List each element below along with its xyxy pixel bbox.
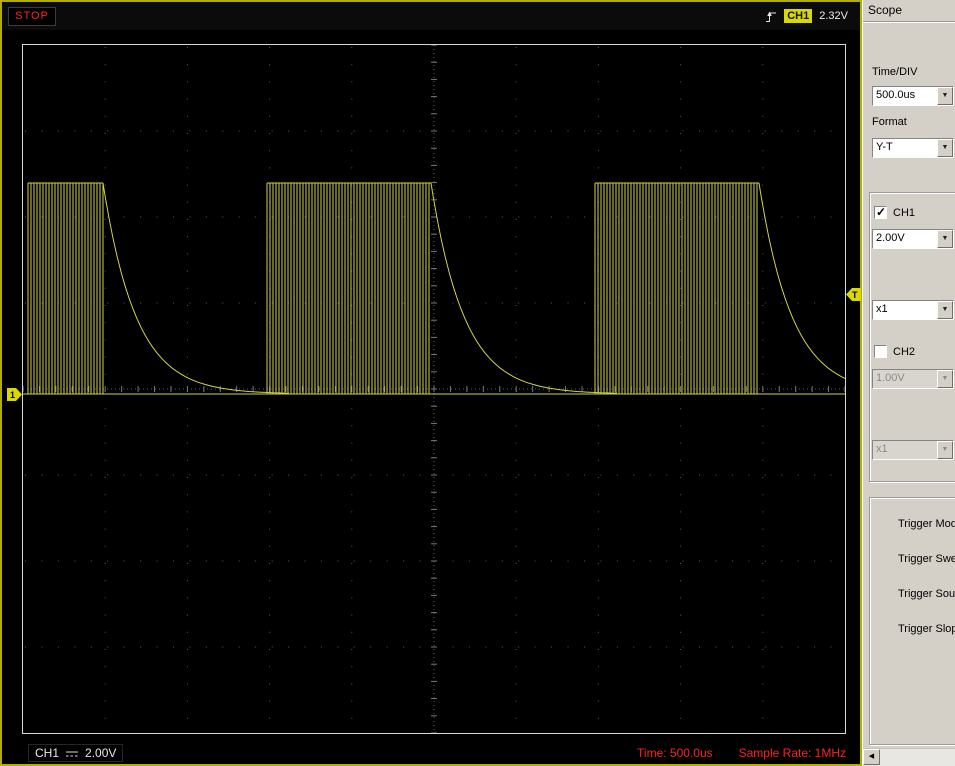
ch1-ground-marker[interactable]: 1	[7, 388, 23, 401]
top-status-bar: STOP CH1 2.32V	[2, 2, 860, 30]
chevron-down-icon[interactable]: ▼	[937, 139, 953, 157]
chevron-down-icon: ▼	[937, 441, 953, 459]
scope-svg	[23, 45, 845, 733]
chevron-down-icon[interactable]: ▼	[937, 301, 953, 319]
oscilloscope-area: STOP CH1 2.32V 1 T CH1	[0, 0, 862, 766]
ch1-volts-value: 2.00V	[876, 232, 905, 244]
trigger-level-readout: 2.32V	[819, 10, 848, 22]
channel-readout-group: CH1 2.00V	[28, 744, 123, 762]
ch1-probe-value: x1	[876, 303, 888, 315]
scope-control-panel: Scope Time/DIV 500.0us ▼ Format Y-T ▼ CH…	[862, 0, 955, 766]
scroll-left-button[interactable]: ◀	[863, 749, 880, 765]
scroll-left-icon: ◀	[869, 753, 874, 760]
ch2-volts-value: 1.00V	[876, 372, 905, 384]
ch1-checkbox[interactable]	[874, 206, 887, 219]
ch2-probe-combobox: x1 ▼	[872, 440, 954, 460]
trigger-level-marker-label: T	[852, 290, 858, 300]
ch1-probe-combobox[interactable]: x1 ▼	[872, 300, 954, 320]
format-label: Format	[872, 116, 907, 128]
format-combobox[interactable]: Y-T ▼	[872, 138, 954, 158]
trigger-sweep-label: Trigger Sweep	[898, 553, 955, 565]
bottom-status-bar: CH1 2.00V Time: 500.0us Sample Rate: 1MH…	[2, 742, 860, 764]
chevron-down-icon: ▼	[937, 370, 953, 388]
ch1-label: CH1	[893, 207, 915, 219]
channel-readout: CH1	[35, 746, 59, 760]
panel-title: Scope	[868, 3, 902, 17]
panel-divider	[863, 21, 955, 22]
format-value: Y-T	[876, 141, 893, 153]
ch2-volts-combobox: 1.00V ▼	[872, 369, 954, 389]
time-div-value: 500.0us	[876, 89, 915, 101]
ch1-checkbox-row[interactable]: CH1	[874, 206, 915, 219]
ch2-checkbox[interactable]	[874, 345, 887, 358]
chevron-down-icon[interactable]: ▼	[937, 87, 953, 105]
time-div-label: Time/DIV	[872, 66, 917, 78]
trigger-level-marker[interactable]: T	[845, 288, 861, 301]
dc-coupling-icon	[64, 749, 80, 759]
volts-div-readout: 2.00V	[85, 746, 116, 760]
scope-display: 1 T	[22, 44, 846, 734]
timebase-readout-group: Time: 500.0us Sample Rate: 1MHz	[637, 746, 846, 760]
stop-button[interactable]: STOP	[8, 7, 56, 26]
panel-horizontal-scrollbar[interactable]: ◀	[863, 748, 955, 766]
time-div-combobox[interactable]: 500.0us ▼	[872, 86, 954, 106]
ch2-label: CH2	[893, 346, 915, 358]
chevron-down-icon[interactable]: ▼	[937, 230, 953, 248]
sample-rate-readout: Sample Rate: 1MHz	[739, 746, 846, 760]
ch1-volts-combobox[interactable]: 2.00V ▼	[872, 229, 954, 249]
ch1-ground-marker-label: 1	[10, 390, 15, 400]
trigger-status-group: CH1 2.32V	[765, 9, 848, 23]
time-readout: Time: 500.0us	[637, 746, 713, 760]
trigger-mode-label: Trigger Mode	[898, 518, 955, 530]
trigger-slope-label: Trigger Slope	[898, 623, 955, 635]
trigger-edge-icon	[765, 10, 777, 23]
trigger-source-label: Trigger Source	[898, 588, 955, 600]
ch2-probe-value: x1	[876, 443, 888, 455]
trigger-channel-badge: CH1	[784, 9, 812, 23]
trigger-groupbox	[869, 497, 955, 745]
ch2-checkbox-row[interactable]: CH2	[874, 345, 915, 358]
